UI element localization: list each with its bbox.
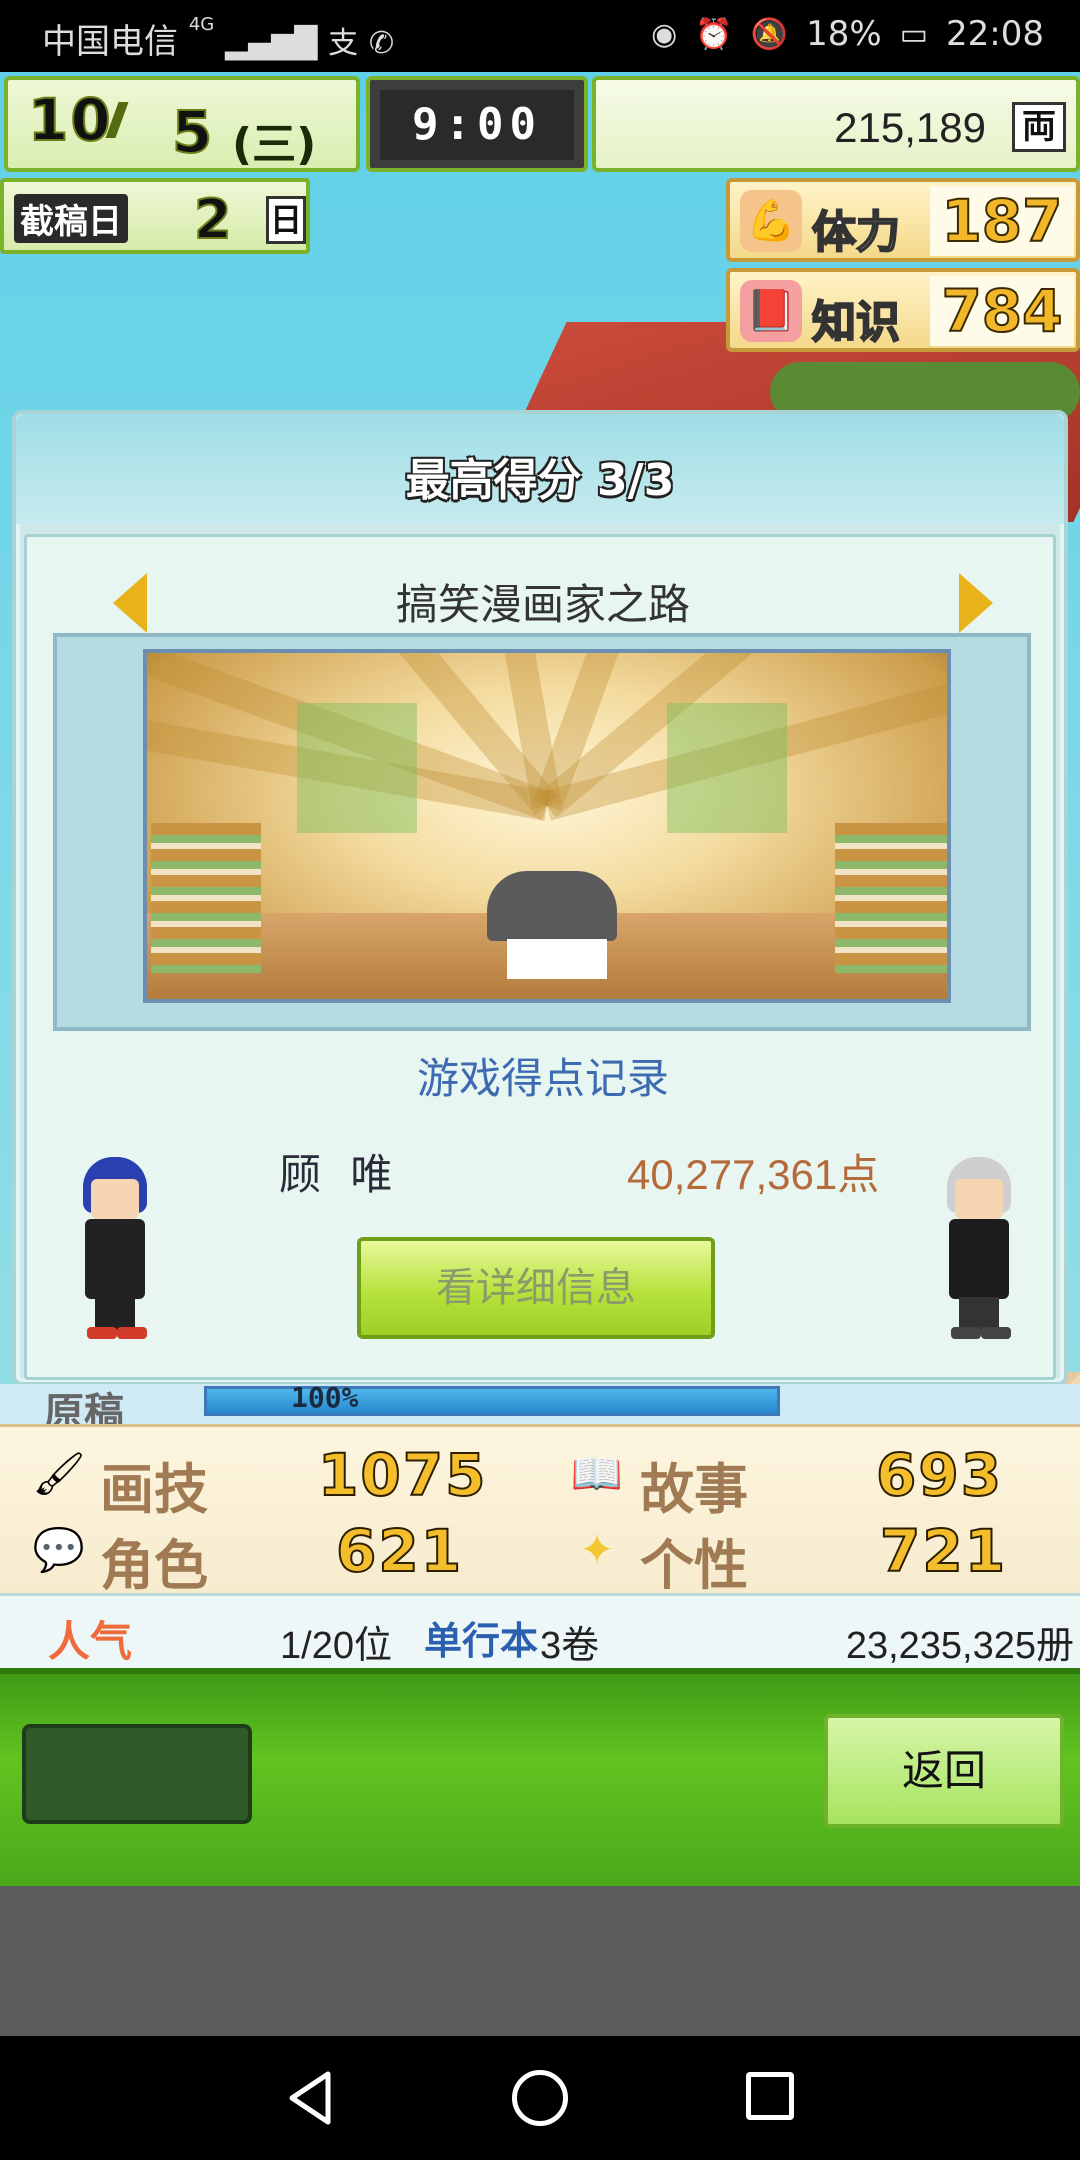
story-value: 693 [875, 1440, 1004, 1510]
status-bar: 中国电信 4G ▂▄▆█ 支 ✆ ◉ ⏰ 🔕 18% ▭ 22:08 [0, 0, 1080, 72]
personality-value: 721 [879, 1516, 1008, 1586]
high-score-dialog: 最高得分 3/3 搞笑漫画家之路 游戏得点记录 顾 唯 40,277,361点 … [12, 410, 1068, 1386]
money-unit: 両 [1012, 102, 1066, 152]
clock-time: 22:08 [946, 14, 1044, 54]
stamina-label: 体力 [811, 206, 901, 259]
weekday-value: (三) [232, 119, 317, 170]
speech-face-icon: 💬 [32, 1525, 86, 1574]
knowledge-label: 知识 [811, 296, 901, 349]
clock-display: 9:00 [366, 76, 588, 172]
old-man-character-sprite [939, 1157, 1019, 1339]
eye-icon: ◉ [651, 16, 678, 52]
chair [487, 871, 617, 941]
popularity-row: 人气 1/20位 单行本 3卷 23,235,325册 [0, 1593, 1080, 1669]
sales-count: 23,235,325册 [845, 1625, 1074, 1667]
action-bar: 返回 [0, 1668, 1080, 1886]
book-icon: 📕 [740, 280, 802, 342]
day-value: 5 [171, 97, 213, 167]
date-display: 10 5 (三) [4, 76, 360, 172]
alipay-icon: 支 [328, 26, 359, 61]
alarm-icon: ⏰ [695, 16, 733, 52]
stats-panel: 🖌 画技 1075 📖 故事 693 💬 角色 621 ✦ 个性 721 人气 … [0, 1424, 1080, 1669]
knowledge-box: 📕 知识 784 [726, 268, 1080, 352]
deadline-display: 截稿日 2 日 [0, 178, 310, 254]
mute-icon: 🔕 [750, 16, 789, 52]
dialog-title: 最高得分 3/3 [405, 455, 675, 506]
recent-apps-icon[interactable] [746, 2072, 794, 2120]
personality-label: 个性 [640, 1534, 748, 1597]
back-triangle-icon[interactable] [288, 2070, 332, 2126]
girl-character-sprite [75, 1157, 155, 1339]
knowledge-value: 784 [930, 276, 1074, 346]
empty-footer-area [0, 1886, 1080, 2036]
status-right: ◉ ⏰ 🔕 18% ▭ 22:08 [651, 14, 1044, 54]
month-value: 10 [27, 85, 113, 155]
record-image-frame [53, 633, 1031, 1031]
back-button[interactable]: 返回 [824, 1714, 1064, 1828]
progress-text: 100% [291, 1381, 359, 1414]
wechat-icon: ✆ [368, 26, 395, 61]
battery-icon: ▭ [899, 16, 929, 52]
home-circle-icon[interactable] [512, 2070, 568, 2126]
open-book-icon: 📖 [570, 1449, 624, 1498]
book-stack-left [151, 823, 261, 973]
battery-percent: 18% [806, 14, 882, 54]
muscle-icon: 💪 [740, 190, 802, 252]
stamina-box: 💪 体力 187 [726, 178, 1080, 262]
money-display: 215,189 両 [592, 76, 1080, 172]
next-arrow-icon[interactable] [959, 573, 993, 633]
stamina-value: 187 [930, 186, 1074, 256]
dialog-header: 最高得分 3/3 [16, 414, 1064, 524]
game-clock: 9:00 [380, 90, 574, 160]
deadline-unit: 日 [266, 196, 306, 244]
window-left [297, 703, 417, 833]
network-type: 4G [188, 14, 215, 35]
popularity-label: 人气 [48, 1617, 133, 1666]
carrier-label: 中国电信 4G ▂▄▆█ 支 ✆ [42, 14, 394, 63]
volumes-label: 单行本 [424, 1619, 539, 1663]
carrier-name: 中国电信 [42, 22, 178, 62]
deadline-value: 2 [193, 187, 233, 252]
stats-row-1: 🖌 画技 1075 📖 故事 693 [0, 1437, 1080, 1521]
paintbrush-icon: 🖌 [32, 1449, 86, 1498]
player-name: 顾 唯 [279, 1150, 401, 1199]
studio-illustration [143, 649, 951, 1003]
progress-bar: 100% [204, 1381, 780, 1416]
score-caption: 游戏得点记录 [416, 1054, 669, 1103]
signal-icon: ▂▄▆█ [225, 26, 318, 61]
money-amount: 215,189 [834, 104, 986, 151]
view-details-button[interactable]: 看详细信息 [357, 1237, 715, 1339]
deadline-label: 截稿日 [14, 194, 128, 243]
stats-row-2: 💬 角色 621 ✦ 个性 721 [0, 1513, 1080, 1597]
manuscript-paper [507, 939, 607, 979]
system-nav-bar [0, 2036, 1080, 2160]
dialog-body: 搞笑漫画家之路 游戏得点记录 顾 唯 40,277,361点 看详细信息 [24, 534, 1056, 1380]
volumes-count: 3卷 [540, 1625, 600, 1667]
character-label: 角色 [100, 1534, 208, 1597]
art-value: 1075 [317, 1440, 488, 1510]
book-stack-right [835, 823, 947, 973]
player-score: 40,277,361点 [627, 1151, 880, 1198]
disabled-action-button[interactable] [22, 1724, 252, 1824]
record-title: 搞笑漫画家之路 [395, 580, 690, 629]
sparkle-icon: ✦ [579, 1525, 615, 1574]
character-value: 621 [335, 1516, 464, 1586]
popularity-rank: 1/20位 [280, 1625, 392, 1667]
window-right [667, 703, 787, 833]
